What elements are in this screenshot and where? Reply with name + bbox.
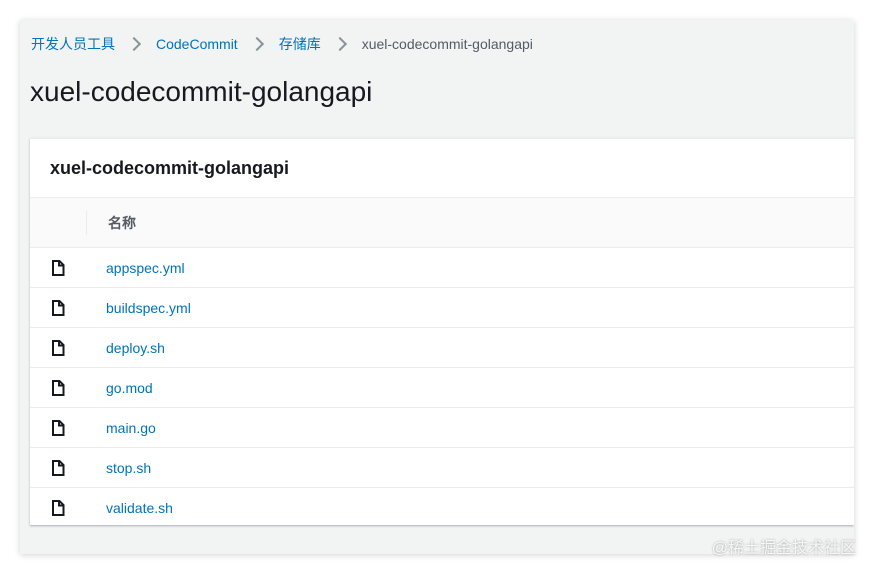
table-row: stop.sh: [30, 448, 854, 488]
panel-title: xuel-codecommit-golangapi: [30, 139, 854, 198]
column-header-name[interactable]: 名称: [87, 213, 136, 233]
file-link[interactable]: main.go: [86, 420, 156, 436]
file-list: appspec.yml buildspec.yml deploy.sh go.mod m…: [30, 248, 854, 527]
watermark: @稀土掘金技术社区: [711, 540, 856, 557]
file-icon: [30, 419, 86, 436]
icon-column-header: [30, 210, 87, 235]
table-row: validate.sh: [30, 488, 854, 527]
breadcrumb: 开发人员工具 CodeCommit 存储库 xuel-codecommit-go…: [31, 34, 533, 54]
file-icon: [30, 339, 86, 356]
file-icon: [30, 459, 86, 476]
file-icon: [30, 259, 86, 276]
breadcrumb-current: xuel-codecommit-golangapi: [361, 36, 533, 52]
file-icon: [30, 379, 86, 396]
file-icon: [30, 499, 86, 516]
file-icon: [30, 299, 86, 316]
page-title: xuel-codecommit-golangapi: [30, 76, 373, 107]
table-row: appspec.yml: [30, 248, 854, 288]
breadcrumb-developer-tools[interactable]: 开发人员工具: [31, 34, 115, 54]
console-window: 开发人员工具 CodeCommit 存储库 xuel-codecommit-go…: [20, 20, 854, 554]
file-link[interactable]: deploy.sh: [86, 340, 165, 356]
file-link[interactable]: go.mod: [86, 380, 153, 396]
file-link[interactable]: buildspec.yml: [86, 300, 191, 316]
chevron-right-icon: [126, 36, 142, 52]
file-link[interactable]: validate.sh: [86, 500, 173, 516]
table-row: deploy.sh: [30, 328, 854, 368]
chevron-right-icon: [249, 36, 264, 52]
table-row: go.mod: [30, 368, 854, 408]
breadcrumb-repositories[interactable]: 存储库: [279, 34, 321, 54]
chevron-right-icon: [332, 36, 347, 52]
file-link[interactable]: stop.sh: [86, 460, 151, 476]
table-header: 名称: [30, 198, 854, 248]
file-link[interactable]: appspec.yml: [86, 260, 185, 276]
repository-panel: xuel-codecommit-golangapi 名称 appspec.yml…: [30, 138, 854, 525]
table-row: buildspec.yml: [30, 288, 854, 328]
breadcrumb-codecommit[interactable]: CodeCommit: [156, 36, 238, 52]
table-row: main.go: [30, 408, 854, 448]
